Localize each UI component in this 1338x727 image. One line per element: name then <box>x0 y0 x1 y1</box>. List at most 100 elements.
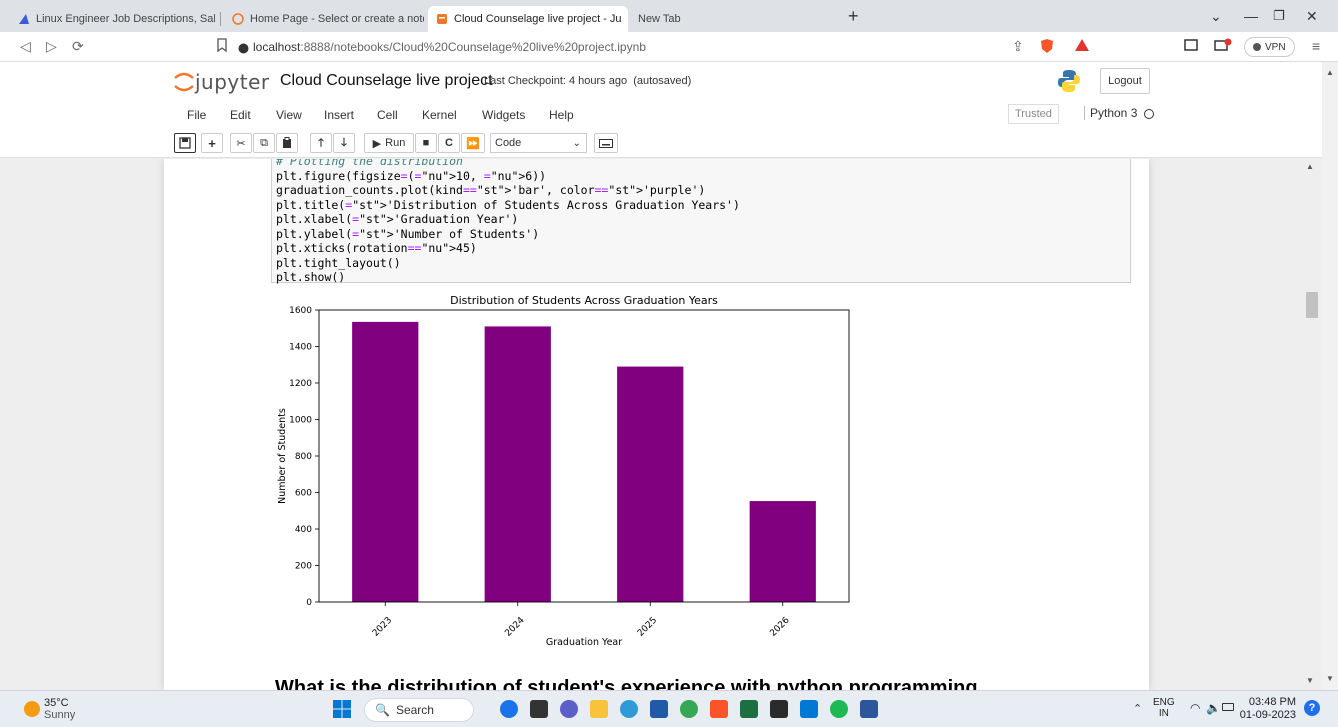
chrome-icon[interactable] <box>680 700 698 718</box>
wifi-icon[interactable]: ◠ <box>1190 701 1200 715</box>
tab-linux-engineer[interactable]: Linux Engineer Job Descriptions, Salar <box>10 6 215 32</box>
brave-browser-icon[interactable] <box>710 700 728 718</box>
interrupt-stop-icon[interactable]: ■ <box>415 133 437 153</box>
triangle-favicon-icon <box>19 14 29 24</box>
bing-app-icon[interactable] <box>500 700 518 718</box>
spotify-icon[interactable] <box>830 700 848 718</box>
notebook-favicon-icon <box>437 14 447 24</box>
cell-type-select[interactable]: Code ⌄ <box>490 133 587 153</box>
jupyter-logo[interactable]: jupyter <box>173 70 270 94</box>
restore-icon[interactable]: ❐ <box>1273 8 1285 24</box>
inner-scroll-up-arrow-icon[interactable]: ▲ <box>1306 162 1314 171</box>
menu-insert[interactable]: Insert <box>324 108 354 122</box>
save-icon[interactable] <box>174 133 196 153</box>
window-close-icon[interactable]: ✕ <box>1306 8 1318 25</box>
windows-start-icon[interactable] <box>333 700 351 718</box>
vscode-icon[interactable] <box>800 700 818 718</box>
trusted-indicator[interactable]: Trusted <box>1008 104 1059 124</box>
file-explorer-icon[interactable] <box>590 700 608 718</box>
paste-icon[interactable] <box>276 133 298 153</box>
sun-icon <box>24 701 40 717</box>
microsoft-store-icon[interactable] <box>650 700 668 718</box>
word-icon[interactable] <box>860 700 878 718</box>
cell-output-chart: Distribution of Students Across Graduati… <box>271 289 911 649</box>
scroll-up-arrow-icon[interactable]: ▲ <box>1326 68 1334 77</box>
teams-chat-icon[interactable] <box>560 700 578 718</box>
tray-overflow-chevron-icon[interactable]: ⌃ <box>1133 702 1142 715</box>
kernel-name[interactable]: Python 3 <box>1084 106 1137 120</box>
system-clock[interactable]: 03:48 PM 01-09-2023 <box>1238 696 1296 722</box>
move-down-arrow-icon[interactable]: 🡓 <box>333 133 355 153</box>
inner-scroll-down-arrow-icon[interactable]: ▼ <box>1306 676 1314 685</box>
menu-file[interactable]: File <box>187 108 206 122</box>
code-line: plt.ylabel(="st">'Number of Students') <box>276 226 540 241</box>
menu-help[interactable]: Help <box>549 108 574 122</box>
help-notification-icon[interactable]: ? <box>1304 700 1320 716</box>
sidebar-icon[interactable] <box>1184 38 1198 54</box>
tab-home-page[interactable]: Home Page - Select or create a notebo <box>224 6 424 32</box>
move-up-arrow-icon[interactable]: 🡑 <box>310 133 332 153</box>
command-palette-keyboard-icon[interactable] <box>594 133 618 153</box>
share-icon[interactable]: ⇪ <box>1012 38 1024 55</box>
address-bar-url[interactable]: localhost:8888/notebooks/Cloud%20Counsel… <box>253 40 646 54</box>
scrollbar-thumb[interactable] <box>1306 292 1318 318</box>
tab-new-tab[interactable]: New Tab <box>630 6 830 32</box>
taskbar-search[interactable]: 🔍 Search <box>364 698 474 722</box>
bookmark-icon[interactable] <box>216 38 228 55</box>
brave-rewards-icon[interactable] <box>1074 38 1090 55</box>
reload-icon[interactable]: ⟳ <box>72 38 84 55</box>
bar-2026 <box>749 501 816 602</box>
site-info-icon[interactable] <box>238 41 249 57</box>
forward-icon[interactable]: ▷ <box>46 38 57 55</box>
volume-icon[interactable]: 🔈 <box>1206 701 1221 715</box>
menu-view[interactable]: View <box>276 108 302 122</box>
input-language[interactable]: ENG IN <box>1153 697 1175 719</box>
notebook-title[interactable]: Cloud Counselage live project <box>280 72 493 90</box>
y-tick-label: 1600 <box>289 306 312 316</box>
menu-cell[interactable]: Cell <box>377 108 398 122</box>
task-view-icon[interactable] <box>530 700 548 718</box>
menu-edit[interactable]: Edit <box>230 108 251 122</box>
cut-scissors-icon[interactable]: ✂ <box>230 133 252 153</box>
code-cell-input[interactable]: # Plotting the distribution plt.figure(fi… <box>271 159 1131 285</box>
vertical-scrollbar[interactable]: ▲ ▼ <box>1322 62 1338 690</box>
brave-shield-icon[interactable] <box>1040 38 1054 57</box>
code-editor[interactable]: # Plotting the distribution plt.figure(fi… <box>276 159 740 285</box>
menu-widgets[interactable]: Widgets <box>482 108 525 122</box>
back-icon[interactable]: ◁ <box>20 38 31 55</box>
search-label: Search <box>395 703 434 717</box>
battery-icon[interactable] <box>1222 703 1234 711</box>
excel-icon[interactable] <box>740 700 758 718</box>
clock-date: 01-09-2023 <box>1239 709 1296 721</box>
lang-code: ENG <box>1153 697 1175 708</box>
tab-cloud-counselage[interactable]: Cloud Counselage live project - Ju ✕ <box>428 6 628 32</box>
x-tick-label: 2023 <box>371 616 394 639</box>
restart-kernel-icon[interactable]: C <box>438 133 460 153</box>
url-host: localhost <box>253 40 301 54</box>
autosave-status: (autosaved) <box>633 75 692 87</box>
restart-run-all-icon[interactable]: ⏩ <box>461 133 485 153</box>
tab-list-chevron-icon[interactable]: ⌄ <box>1210 8 1222 25</box>
browser-menu-icon[interactable]: ≡ <box>1312 38 1320 54</box>
menu-kernel[interactable]: Kernel <box>422 108 457 122</box>
run-play-icon: ▶ <box>372 137 382 150</box>
jupyter-header: jupyter Cloud Counselage live project La… <box>0 62 1338 102</box>
notebook-scroll-area[interactable]: # Plotting the distribution plt.figure(fi… <box>0 159 1322 690</box>
vpn-button[interactable]: VPN <box>1244 37 1295 57</box>
copy-icon[interactable]: ⧉ <box>253 133 275 153</box>
wallet-icon[interactable] <box>1214 38 1232 55</box>
minimize-icon[interactable]: — <box>1244 8 1258 24</box>
terminal-icon[interactable] <box>770 700 788 718</box>
logout-button[interactable]: Logout <box>1100 68 1150 94</box>
insert-cell-plus-icon[interactable]: + <box>201 133 223 153</box>
scroll-down-arrow-icon[interactable]: ▼ <box>1326 674 1334 683</box>
bar-chart: Distribution of Students Across Graduati… <box>277 294 850 648</box>
y-tick-label: 200 <box>295 562 312 572</box>
edge-browser-icon[interactable] <box>620 700 638 718</box>
weather-widget[interactable]: 35°C Sunny <box>24 697 75 721</box>
tab-title: Linux Engineer Job Descriptions, Salar <box>36 13 215 25</box>
new-tab-plus-icon[interactable]: + <box>848 6 859 27</box>
run-button[interactable]: ▶ Run <box>364 133 414 153</box>
vpn-label: VPN <box>1265 41 1286 53</box>
close-tab-icon[interactable]: ✕ <box>622 12 629 26</box>
